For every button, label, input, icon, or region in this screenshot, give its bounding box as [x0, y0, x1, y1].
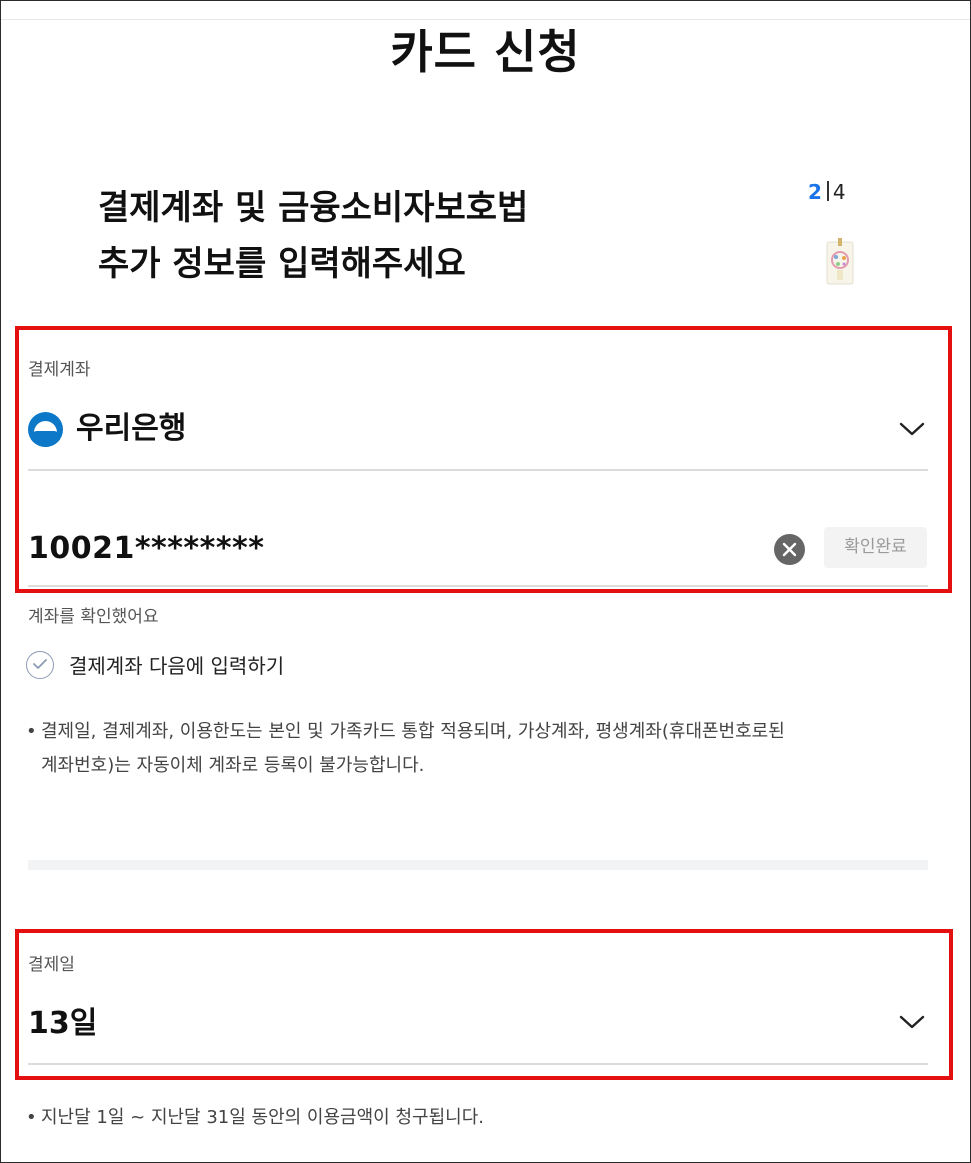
- payment-date-highlight: [15, 929, 953, 1080]
- payment-account-label: 결제계좌: [28, 360, 91, 380]
- bullet-icon: •: [26, 721, 37, 742]
- payment-date-select[interactable]: 13일: [28, 1002, 97, 1046]
- chevron-down-icon[interactable]: [899, 1014, 925, 1030]
- section-heading: 결제계좌 및 금융소비자보호법 추가 정보를 입력해주세요: [98, 180, 528, 292]
- step-indicator: 24: [808, 178, 846, 206]
- payment-date-underline: [28, 1063, 928, 1065]
- account-number-input[interactable]: 10021********: [28, 527, 264, 571]
- heading-line-2: 추가 정보를 입력해주세요: [98, 244, 466, 284]
- clear-input-button[interactable]: [774, 534, 805, 565]
- enter-later-label: 결제계좌 다음에 입력하기: [69, 654, 285, 678]
- heading-line-1: 결제계좌 및 금융소비자보호법: [98, 188, 529, 228]
- bank-name: 우리은행: [76, 411, 187, 446]
- section-divider: [28, 860, 928, 870]
- notice-line-1: 결제일, 결제계좌, 이용한도는 본인 및 가족카드 통합 적용되며, 가상계좌…: [41, 721, 785, 742]
- check-circle-icon: [26, 651, 54, 679]
- enter-later-checkbox[interactable]: 결제계좌 다음에 입력하기: [26, 648, 426, 684]
- payment-date-label: 결제일: [28, 955, 75, 975]
- chevron-down-icon: [899, 422, 925, 436]
- step-separator: [826, 181, 829, 201]
- step-current: 2: [808, 180, 822, 204]
- bullet-icon: •: [26, 1107, 37, 1128]
- account-input-underline: [28, 585, 928, 587]
- bank-select-underline: [28, 469, 928, 471]
- payment-date-notice-text: 지난달 1일 ~ 지난달 31일 동안의 이용금액이 청구됩니다.: [41, 1107, 484, 1128]
- payment-date-notice: • 지난달 1일 ~ 지난달 31일 동안의 이용금액이 청구됩니다.: [26, 1101, 726, 1135]
- notice-line-2: 계좌번호)는 자동이체 계좌로 등록이 불가능합니다.: [41, 755, 425, 776]
- confirm-account-button[interactable]: 확인완료: [824, 527, 927, 568]
- woori-bank-logo-icon: [28, 412, 63, 447]
- account-status-text: 계좌를 확인했어요: [28, 607, 159, 627]
- page-title: 카드 신청: [390, 25, 581, 79]
- payment-account-notice: • 결제일, 결제계좌, 이용한도는 본인 및 가족카드 통합 적용되며, 가상…: [26, 715, 946, 785]
- step-total: 4: [832, 180, 846, 204]
- bank-select[interactable]: 우리은행: [28, 404, 928, 454]
- close-icon: [782, 542, 797, 557]
- card-illustration-icon: [826, 238, 854, 285]
